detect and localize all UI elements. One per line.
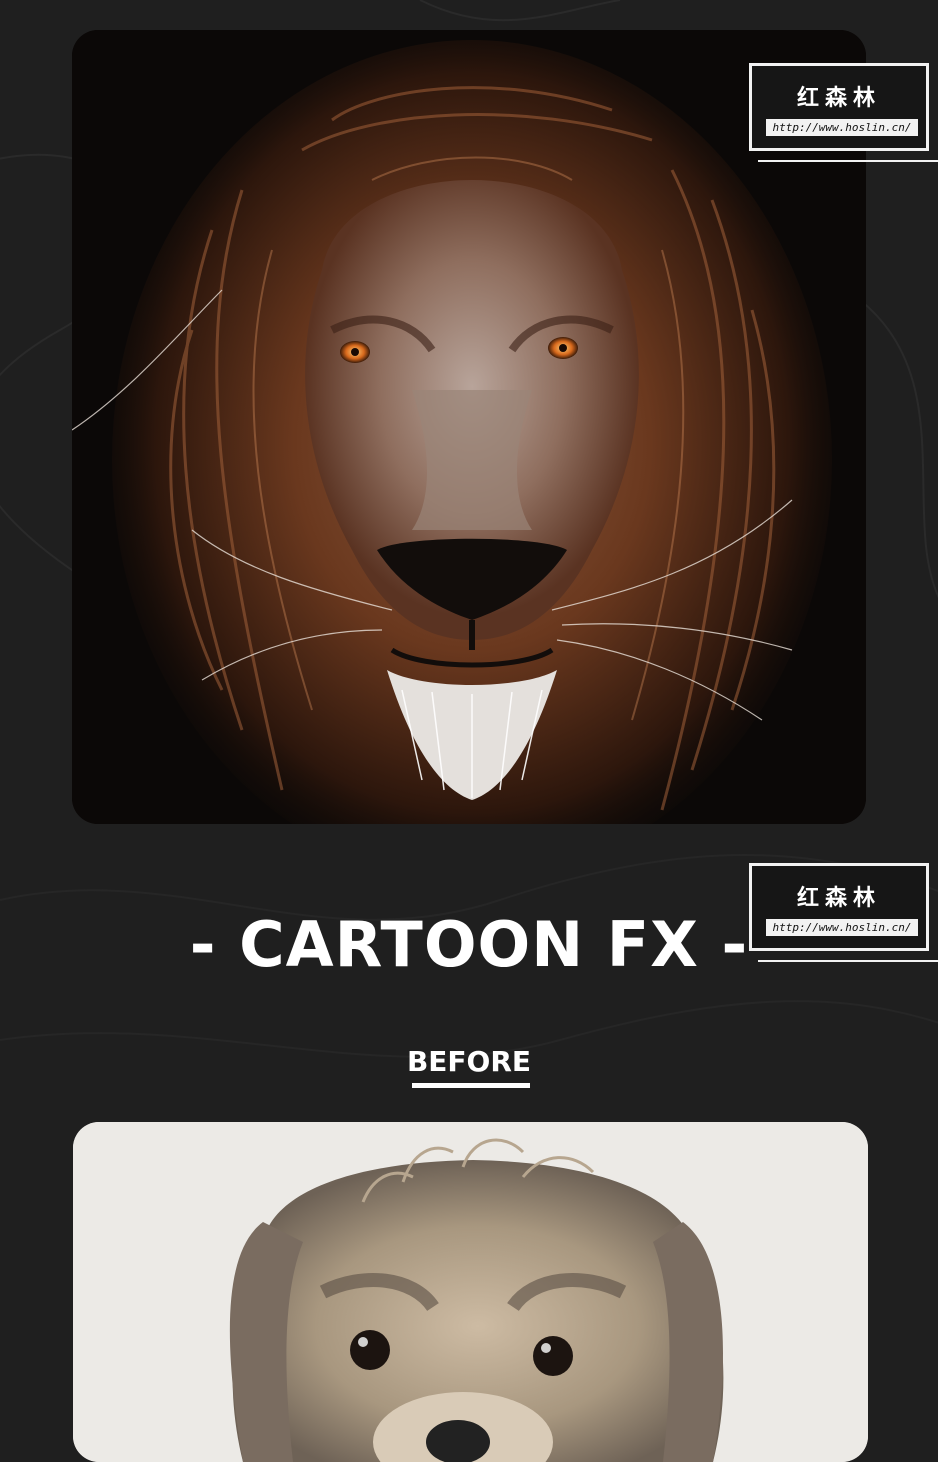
watermark-url: http://www.hoslin.cn/ [766,119,918,136]
dog-photo [73,1122,868,1462]
lion-illustration [72,30,866,824]
dog-portrait-icon [73,1122,868,1462]
watermark-name: 红森林 [796,886,881,911]
before-label: BEFORE [406,1045,532,1078]
watermark-stamp: 红森林 http://www.hoslin.cn/ [749,63,938,162]
lion-portrait-icon [72,30,866,824]
watermark-name: 红森林 [796,86,881,111]
before-underline [412,1083,530,1088]
watermark-stamp: 红森林 http://www.hoslin.cn/ [749,863,938,962]
watermark-url: http://www.hoslin.cn/ [766,919,918,936]
